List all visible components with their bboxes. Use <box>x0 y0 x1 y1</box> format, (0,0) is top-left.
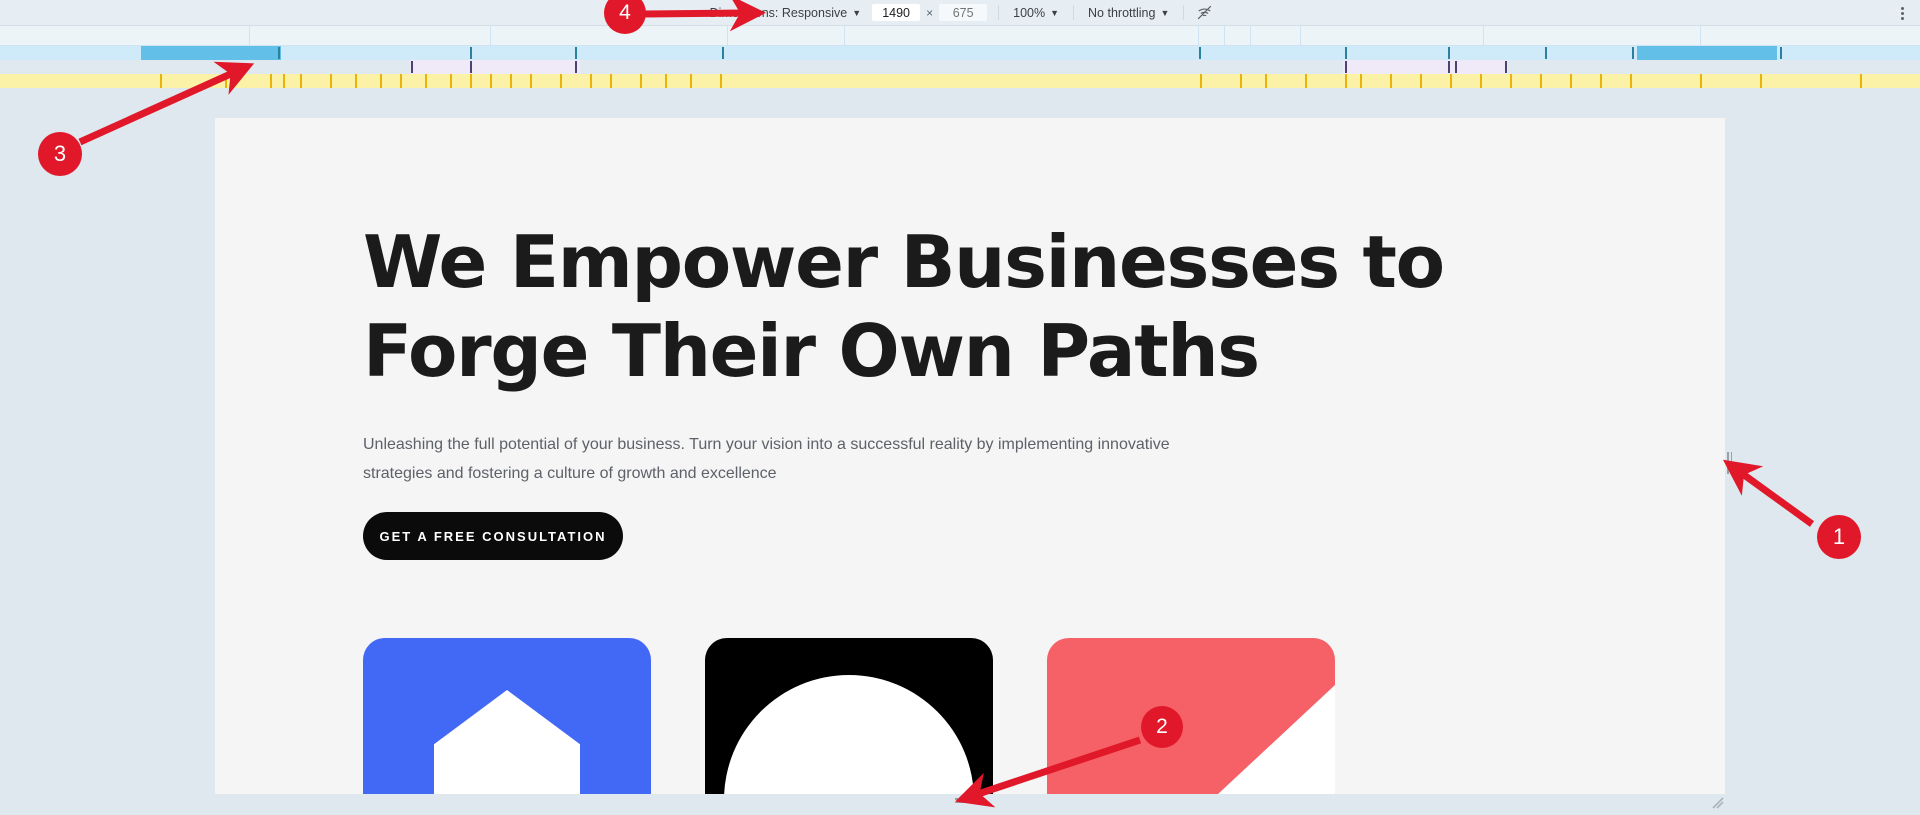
annotation-arrow-1 <box>1722 459 1815 527</box>
annotation-badge-2: 2 <box>1141 706 1183 748</box>
annotation-arrow-3 <box>78 61 255 146</box>
annotation-badge-3: 3 <box>38 132 82 176</box>
annotation-badge-1: 1 <box>1817 515 1861 559</box>
annotation-arrows <box>78 0 1815 808</box>
annotation-arrow-2 <box>955 736 1142 808</box>
annotation-arrow-4 <box>644 0 766 32</box>
